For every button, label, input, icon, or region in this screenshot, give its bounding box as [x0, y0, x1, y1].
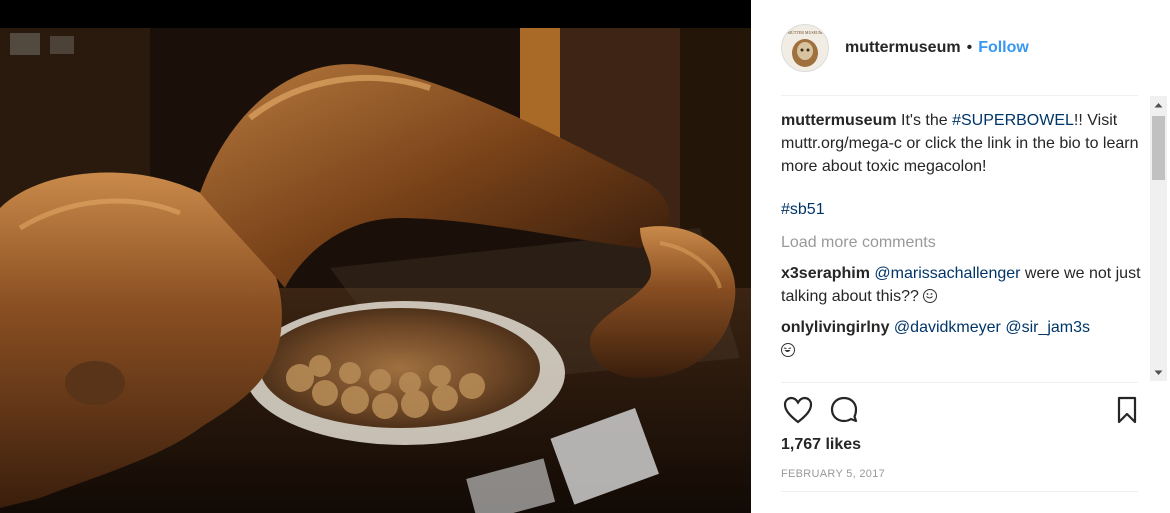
like-button[interactable]: [781, 393, 815, 427]
comment-mention[interactable]: @marissachallenger: [874, 265, 1020, 282]
follow-button[interactable]: Follow: [978, 39, 1029, 57]
comment-bubble-icon: [830, 396, 858, 423]
header-username[interactable]: muttermuseum: [845, 39, 961, 57]
avatar-logo-text: MÜTTER MUSEUM: [787, 30, 822, 35]
comments-scrollbar[interactable]: [1150, 96, 1167, 381]
post-side-panel: MÜTTER MUSEUM muttermuseum • Follow mutt…: [751, 0, 1170, 513]
post-date[interactable]: FEBRUARY 5, 2017: [781, 468, 885, 480]
load-more-comments-button[interactable]: Load more comments: [781, 231, 1141, 254]
heart-icon: [783, 396, 813, 424]
comment-item: onlylivingirlny @davidkmeyer @sir_jam3s: [781, 316, 1141, 362]
post-photo[interactable]: [0, 28, 751, 513]
scrollbar-thumb[interactable]: [1152, 116, 1165, 180]
scroll-down-arrow-icon[interactable]: [1150, 364, 1167, 381]
footer-divider: [781, 491, 1138, 492]
muttermuseum-logo-icon: MÜTTER MUSEUM: [782, 24, 828, 71]
caption-text-before: It's the: [896, 112, 953, 129]
comments-list: muttermuseum It's the #SUPERBOWEL!! Visi…: [781, 109, 1141, 381]
like-count[interactable]: 1,767 likes: [781, 436, 861, 454]
post-caption: muttermuseum It's the #SUPERBOWEL!! Visi…: [781, 109, 1141, 221]
comment-button[interactable]: [827, 393, 861, 427]
save-button[interactable]: [1110, 393, 1144, 427]
post-photo-container: [0, 0, 751, 513]
avatar[interactable]: MÜTTER MUSEUM: [781, 23, 829, 72]
comments-divider: [781, 382, 1138, 383]
post-header: MÜTTER MUSEUM muttermuseum • Follow: [781, 20, 1141, 75]
post-actions: [781, 393, 1141, 427]
grinning-face-icon: [923, 289, 938, 303]
comment-username[interactable]: x3seraphim: [781, 265, 870, 282]
comment-username[interactable]: onlylivingirlny: [781, 319, 889, 336]
scroll-up-arrow-icon[interactable]: [1150, 96, 1167, 113]
bookmark-icon: [1117, 396, 1137, 424]
comment-mention[interactable]: @davidkmeyer: [894, 319, 1001, 336]
laughing-face-icon: [781, 343, 795, 357]
header-divider: [781, 95, 1138, 96]
header-separator: •: [966, 38, 973, 56]
caption-hashtag-superbowel[interactable]: #SUPERBOWEL: [952, 112, 1074, 129]
caption-hashtag-sb51[interactable]: #sb51: [781, 201, 825, 218]
megacolon-specimen-image: [0, 28, 751, 513]
comment-item: x3seraphim @marissachallenger were we no…: [781, 262, 1141, 308]
comment-mention-2[interactable]: @sir_jam3s: [1005, 319, 1090, 336]
caption-username[interactable]: muttermuseum: [781, 112, 897, 129]
